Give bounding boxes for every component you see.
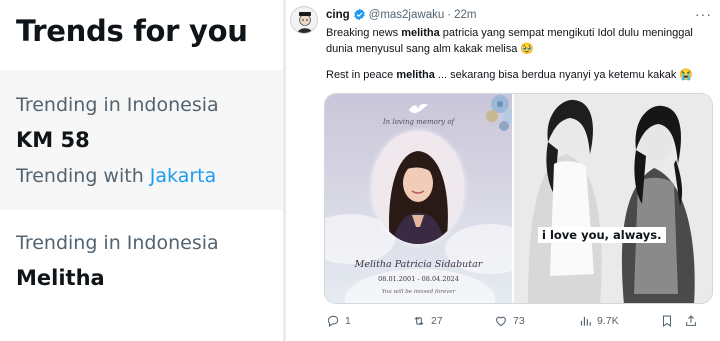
heart-icon [496, 316, 506, 327]
tweet-text-paragraph-2: Rest in peace melitha ... sekarang bisa … [326, 67, 716, 83]
separator: · [447, 8, 452, 21]
text-highlight: melitha [401, 27, 440, 39]
trends-panel: Trends for you Trending in Indonesia KM … [0, 0, 283, 341]
display-name[interactable]: cing [326, 9, 350, 21]
share-icon [686, 315, 696, 326]
trends-title: Trends for you [16, 14, 248, 48]
photo-two-women[interactable]: i love you, always. [514, 94, 712, 303]
like-count: 73 [513, 315, 525, 327]
tweet-media[interactable]: In loving memory of Melitha Patricia Sid… [324, 93, 713, 304]
text-highlight: melitha [396, 69, 435, 81]
reply-icon [327, 315, 339, 327]
tweet-header: cing @mas2jawaku · 22m [326, 8, 476, 21]
views-button[interactable]: 9.7K [578, 314, 619, 328]
trend-name: KM 58 [16, 128, 90, 152]
deceased-dates: 08.01.2001 - 08.04.2024 [378, 275, 459, 283]
memory-heading: In loving memory of [382, 118, 455, 126]
timestamp[interactable]: 22m [454, 9, 476, 21]
deceased-name: Melitha Patricia Sidabutar [354, 259, 483, 270]
tweet-actions: 1 27 73 9.7K [324, 314, 714, 330]
view-count: 9.7K [597, 315, 619, 327]
repost-button[interactable]: 27 [412, 314, 443, 328]
memorial-card-image[interactable]: In loving memory of Melitha Patricia Sid… [325, 94, 512, 303]
trend-item-km58[interactable]: Trending in Indonesia KM 58 Trending wit… [0, 70, 283, 210]
views-chart-icon [580, 316, 591, 326]
trend-with: Trending with Jakarta [16, 165, 216, 187]
trend-context: Trending in Indonesia [16, 94, 219, 116]
text-segment: Rest in peace [326, 69, 397, 81]
portrait-photo [372, 131, 464, 244]
repost-count: 27 [431, 315, 443, 327]
trend-name: Melitha [16, 266, 105, 290]
text-segment: ... sekarang bisa berdua nyanyi ya ketem… [434, 69, 694, 81]
photo-caption: i love you, always. [538, 227, 666, 243]
dove-icon [409, 104, 428, 114]
more-options-icon[interactable]: ··· [695, 6, 712, 22]
text-segment: Breaking news [326, 27, 402, 39]
verified-badge-icon [353, 8, 365, 21]
trend-context: Trending in Indonesia [16, 232, 219, 254]
trend-with-link[interactable]: Jakarta [150, 165, 216, 187]
share-button[interactable] [684, 314, 698, 328]
floral-decoration-icon [486, 95, 512, 131]
repost-icon [414, 316, 424, 326]
tweet[interactable]: cing @mas2jawaku · 22m ··· Breaking news… [286, 0, 720, 341]
bookmark-button[interactable] [660, 314, 674, 328]
trend-item-melitha[interactable]: Trending in Indonesia Melitha [0, 212, 283, 312]
tweet-text-paragraph-1: Breaking news melitha patricia yang semp… [326, 25, 716, 57]
trend-with-prefix: Trending with [16, 165, 144, 187]
handle[interactable]: @mas2jawaku [369, 9, 445, 21]
bookmark-icon [662, 315, 672, 327]
avatar[interactable] [290, 6, 318, 34]
missed-forever-text: You will be missed forever [381, 289, 456, 295]
photo-illustration [514, 94, 712, 303]
like-button[interactable]: 73 [494, 314, 525, 328]
reply-button[interactable]: 1 [326, 314, 351, 328]
reply-count: 1 [345, 315, 351, 327]
